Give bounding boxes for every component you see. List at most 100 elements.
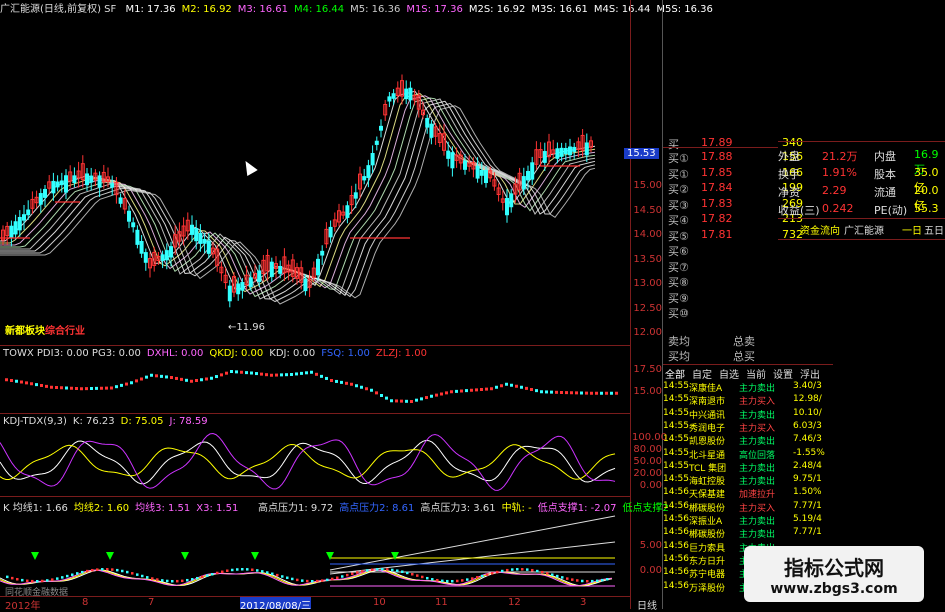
chart-header: 广汇能源(日线,前复权) SF M1: 17.36 M2: 16.92 M3: 16… bbox=[0, 0, 713, 16]
ticker-row[interactable]: 14:56 天保基建 加速拉升 1.50% bbox=[663, 487, 830, 500]
stat-value: 2.29 bbox=[822, 184, 847, 197]
towx-mark bbox=[120, 383, 123, 387]
k-mark bbox=[416, 574, 419, 577]
indicator-label: D: 75.05 bbox=[120, 416, 164, 427]
ticker-row[interactable]: 14:56 郴碳股份 主力卖出 7.77/1 bbox=[663, 527, 830, 540]
ticker-t: 14:56 bbox=[663, 527, 689, 538]
x-tick-label: 7 bbox=[148, 597, 155, 608]
ticker-row[interactable]: 14:55 北斗星通 高位回落 -1.55% bbox=[663, 448, 830, 461]
towx-mark bbox=[375, 391, 378, 395]
k-mark bbox=[61, 576, 64, 579]
ticker-name: 深康佳A bbox=[689, 384, 723, 394]
period-label[interactable]: 日线 bbox=[637, 597, 657, 612]
towx-mark bbox=[320, 374, 323, 378]
k-mark bbox=[86, 569, 89, 573]
order-book-row: 买⑥ bbox=[668, 243, 803, 258]
k-mark bbox=[581, 579, 584, 583]
towx-indicator-chart[interactable] bbox=[0, 362, 630, 412]
ticker-row[interactable]: 14:55 深康佳A 主力卖出 3.40/3 bbox=[663, 381, 830, 394]
y-tick-label: 5.00 bbox=[639, 540, 662, 551]
k-mark bbox=[296, 578, 299, 582]
order-level-label: 买④ bbox=[668, 214, 689, 227]
candle-body bbox=[542, 151, 547, 163]
main-candlestick-chart[interactable] bbox=[0, 16, 630, 344]
order-level-label: 买② bbox=[668, 183, 689, 196]
k-mark bbox=[21, 578, 24, 582]
five-day-button[interactable]: 五日 bbox=[924, 222, 944, 237]
ticker-row[interactable]: 14:55 凯恩股份 主力卖出 7.46/3 bbox=[663, 434, 830, 447]
candle-body bbox=[526, 170, 530, 181]
kdj-indicator-chart[interactable] bbox=[0, 430, 630, 495]
k-mark bbox=[96, 568, 99, 571]
towx-mark bbox=[55, 386, 58, 389]
one-day-button[interactable]: 一日 bbox=[902, 222, 922, 237]
k-mark bbox=[356, 571, 359, 574]
ticker-name: TCL 集团 bbox=[689, 463, 727, 474]
ma-label: M5S: 16.36 bbox=[656, 4, 713, 15]
k-mark bbox=[386, 568, 389, 571]
towx-mark bbox=[515, 384, 518, 388]
panel-divider-1 bbox=[0, 345, 630, 346]
block-label: 新都板块综合行业 bbox=[5, 326, 85, 337]
order-level-label: 买① bbox=[668, 152, 689, 165]
avg-sell-label: 卖均 bbox=[668, 335, 690, 348]
ticker-tab[interactable]: 设置 bbox=[773, 366, 793, 381]
ticker-name: 东方日升 bbox=[689, 556, 726, 567]
towx-mark bbox=[600, 391, 603, 395]
y-tick-label: 15.00 bbox=[633, 180, 662, 191]
ticker-tab[interactable]: 浮出 bbox=[800, 366, 820, 381]
ticker-row[interactable]: 14:55 中兴通讯 主力卖出 10.10/ bbox=[663, 408, 830, 421]
towx-mark bbox=[395, 399, 398, 403]
k-mark bbox=[421, 575, 424, 579]
indicator-label: ZLZJ: 1.00 bbox=[375, 348, 427, 359]
ticker-tab[interactable]: 自选 bbox=[719, 366, 739, 381]
ticker-tab[interactable]: 全部 bbox=[665, 366, 685, 381]
ma-label: M1S: 17.36 bbox=[406, 4, 463, 15]
ticker-act: 主力卖出 bbox=[739, 410, 776, 421]
ticker-row[interactable]: 14:55 海虹控股 主力卖出 9.75/1 bbox=[663, 474, 830, 487]
ticker-row[interactable]: 14:55 TCL 集团 主力卖出 2.48/4 bbox=[663, 461, 830, 474]
towx-mark bbox=[580, 391, 583, 395]
towx-mark bbox=[470, 388, 473, 392]
k-mark bbox=[151, 577, 154, 580]
ticker-row[interactable]: 14:55 秀润电子 主力买入 6.03/3 bbox=[663, 421, 830, 434]
ticker-tab[interactable]: 自定 bbox=[692, 366, 712, 381]
towx-mark bbox=[225, 371, 228, 375]
towx-mark bbox=[25, 381, 28, 385]
towx-mark bbox=[230, 370, 233, 373]
candle-body bbox=[110, 183, 115, 188]
towx-mark bbox=[500, 384, 503, 388]
moving-average-line bbox=[0, 92, 596, 293]
order-level-label: 买⑥ bbox=[668, 245, 689, 258]
towx-mark bbox=[505, 382, 508, 386]
candle-body bbox=[72, 175, 77, 184]
ticker-act: 主力买入 bbox=[739, 503, 776, 514]
x-tick-label: 12 bbox=[508, 597, 521, 608]
towx-mark bbox=[310, 370, 313, 374]
candle-body bbox=[202, 238, 207, 244]
k-indicator-chart[interactable] bbox=[0, 512, 630, 596]
ticker-row[interactable]: 14:55 深南退市 主力买入 12.98/ bbox=[663, 394, 830, 407]
candle-body bbox=[463, 160, 467, 170]
candle-body bbox=[135, 229, 140, 245]
ticker-row[interactable]: 14:56 郴碳股份 主力买入 7.77/1 bbox=[663, 501, 830, 514]
capital-flow-bar: 资金流向 广汇能源 一日 五日 bbox=[778, 218, 945, 240]
towx-mark bbox=[40, 384, 43, 387]
towx-mark bbox=[60, 386, 63, 390]
towx-mark bbox=[140, 377, 143, 381]
towx-mark bbox=[10, 379, 13, 382]
k-mark bbox=[116, 568, 119, 572]
towx-mark bbox=[335, 379, 338, 383]
candle-body bbox=[475, 165, 480, 179]
towx-mark bbox=[535, 389, 538, 393]
towx-mark bbox=[530, 388, 533, 391]
k-mark bbox=[461, 579, 464, 582]
ticker-row[interactable]: 14:56 深振业A 主力卖出 5.19/4 bbox=[663, 514, 830, 527]
k-mark bbox=[201, 575, 204, 579]
k-mark bbox=[496, 570, 499, 574]
k-mark bbox=[76, 572, 79, 575]
k-mark bbox=[526, 568, 529, 571]
ticker-name: 万泽股份 bbox=[689, 583, 726, 594]
ticker-tab[interactable]: 当前 bbox=[746, 366, 766, 381]
k-mark bbox=[506, 568, 509, 572]
